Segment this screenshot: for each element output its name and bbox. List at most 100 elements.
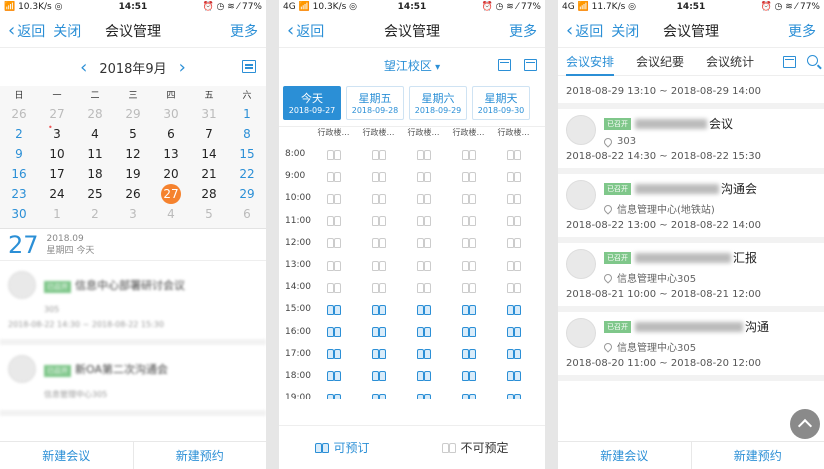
day-tab[interactable]: 星期五 2018-09-28 — [346, 86, 404, 120]
slot-cell[interactable] — [491, 304, 536, 315]
new-meeting-button[interactable]: 新建会议 — [558, 442, 691, 469]
calendar-day[interactable]: 17 — [38, 164, 76, 184]
calendar-day[interactable]: 29 — [228, 184, 266, 204]
day-tab[interactable]: 星期天 2018-09-30 — [472, 86, 530, 120]
calendar-day[interactable]: 6 — [152, 124, 190, 144]
slot-cell[interactable] — [311, 348, 356, 360]
meeting-card[interactable]: 已召开 新OA第二次沟通会 信息管理中心305 — [0, 345, 266, 416]
slot-cell[interactable] — [446, 393, 491, 399]
calendar-day[interactable]: 7 — [190, 124, 228, 144]
meeting-card[interactable]: 已召开 信息中心部署研讨会议 305 2018-08-22 14:30 ~ 201… — [0, 261, 266, 345]
slot-cell[interactable] — [401, 393, 446, 399]
calendar-day[interactable]: 10 — [38, 144, 76, 164]
next-month-button[interactable]: › — [179, 57, 186, 78]
slot-cell[interactable] — [446, 348, 491, 360]
slot-cell[interactable] — [401, 326, 446, 338]
slot-cell[interactable] — [356, 304, 401, 315]
calendar-day[interactable]: 27 — [152, 184, 190, 204]
back-button[interactable]: ‹ 返回 — [566, 21, 603, 41]
calendar-day[interactable]: 1 — [38, 204, 76, 224]
more-button[interactable]: 更多 — [788, 21, 816, 41]
list-view-icon[interactable] — [524, 59, 537, 71]
slot-cell[interactable] — [491, 348, 536, 360]
close-button[interactable]: 关闭 — [611, 21, 639, 41]
calendar-day[interactable]: 4 — [76, 124, 114, 144]
list-view-icon[interactable] — [242, 60, 256, 73]
calendar-day[interactable]: 15 — [228, 144, 266, 164]
slot-cell[interactable] — [311, 370, 356, 382]
calendar-day[interactable]: 30 — [0, 204, 38, 224]
calendar-day[interactable]: 2 — [0, 124, 38, 144]
meeting-card[interactable]: 2018-08-29 13:10 ~ 2018-08-29 14:00 — [558, 76, 824, 109]
calendar-day[interactable]: 25 — [76, 184, 114, 204]
day-tab[interactable]: 星期六 2018-09-29 — [409, 86, 467, 120]
calendar-day[interactable]: 18 — [76, 164, 114, 184]
calendar-day[interactable]: 19 — [114, 164, 152, 184]
calendar-day[interactable]: 5 — [114, 124, 152, 144]
calendar-day[interactable]: 14 — [190, 144, 228, 164]
calendar-day[interactable]: 13 — [152, 144, 190, 164]
calendar-day[interactable]: 24 — [38, 184, 76, 204]
calendar-day[interactable]: 8 — [228, 124, 266, 144]
prev-month-button[interactable]: ‹ — [80, 57, 87, 78]
calendar-day[interactable]: 9 — [0, 144, 38, 164]
close-button[interactable]: 关闭 — [53, 21, 81, 41]
new-booking-button[interactable]: 新建预约 — [132, 442, 267, 469]
slot-cell[interactable] — [491, 370, 536, 382]
calendar-day[interactable]: 29 — [114, 104, 152, 124]
calendar-day[interactable]: 20 — [152, 164, 190, 184]
scroll-top-button[interactable] — [790, 409, 820, 439]
slot-cell[interactable] — [311, 304, 356, 315]
calendar-day[interactable]: 28 — [190, 184, 228, 204]
calendar-day[interactable]: 31 — [190, 104, 228, 124]
more-button[interactable]: 更多 — [509, 21, 537, 41]
slot-cell[interactable] — [311, 393, 356, 399]
calendar-day[interactable]: 26 — [114, 184, 152, 204]
new-booking-button[interactable]: 新建预约 — [690, 442, 824, 469]
day-tab[interactable]: 今天 2018-09-27 — [283, 86, 341, 120]
slot-cell[interactable] — [401, 304, 446, 315]
calendar-day[interactable]: 30 — [152, 104, 190, 124]
calendar-day[interactable]: 23 — [0, 184, 38, 204]
slot-cell[interactable] — [356, 326, 401, 338]
meeting-card[interactable]: 已召开 会议 303 2018-08-22 14:30 ~ 2018-08-22 15… — [558, 109, 824, 174]
calendar-day[interactable]: 27 — [38, 104, 76, 124]
slot-cell[interactable] — [446, 370, 491, 382]
calendar-day[interactable]: 16 — [0, 164, 38, 184]
calendar-day[interactable]: 3 — [114, 204, 152, 224]
slot-cell[interactable] — [446, 326, 491, 338]
search-icon[interactable] — [807, 55, 818, 66]
back-button[interactable]: ‹ 返回 — [287, 21, 324, 41]
slot-cell[interactable] — [491, 393, 536, 399]
calendar-day[interactable]: 6 — [228, 204, 266, 224]
tab-schedule[interactable]: 会议安排 — [566, 48, 615, 76]
calendar-day[interactable]: 21 — [190, 164, 228, 184]
calendar-day[interactable]: 22 — [228, 164, 266, 184]
slot-cell[interactable] — [401, 348, 446, 360]
tab-statistics[interactable]: 会议统计 — [706, 48, 754, 76]
slot-cell[interactable] — [401, 370, 446, 382]
calendar-day[interactable]: 11 — [76, 144, 114, 164]
slot-cell[interactable] — [491, 326, 536, 338]
calendar-day[interactable]: 12 — [114, 144, 152, 164]
calendar-day[interactable]: 28 — [76, 104, 114, 124]
calendar-day[interactable]: 4 — [152, 204, 190, 224]
calendar-icon[interactable] — [498, 59, 511, 71]
meeting-card[interactable]: 已召开 汇报 信息管理中心305 2018-08-21 10:00 ~ 2018-08… — [558, 243, 824, 312]
meeting-card[interactable]: 已召开 沟通 信息管理中心305 2018-08-20 11:00 ~ 2018-08… — [558, 312, 824, 381]
back-button[interactable]: ‹ 返回 — [8, 21, 45, 41]
new-meeting-button[interactable]: 新建会议 — [0, 442, 133, 469]
calendar-day[interactable]: 1 — [228, 104, 266, 124]
calendar-day[interactable]: 5 — [190, 204, 228, 224]
slot-cell[interactable] — [356, 348, 401, 360]
meeting-card[interactable]: 已召开 沟通会 信息管理中心(地铁站) 2018-08-22 13:00 ~ 2018… — [558, 174, 824, 243]
calendar-day[interactable]: 2 — [76, 204, 114, 224]
slot-cell[interactable] — [356, 370, 401, 382]
calendar-icon[interactable] — [783, 56, 796, 68]
slot-cell[interactable] — [311, 326, 356, 338]
slot-cell[interactable] — [446, 304, 491, 315]
calendar-day[interactable]: 26 — [0, 104, 38, 124]
more-button[interactable]: 更多 — [230, 21, 258, 41]
tab-minutes[interactable]: 会议纪要 — [636, 48, 684, 76]
slot-cell[interactable] — [356, 393, 401, 399]
